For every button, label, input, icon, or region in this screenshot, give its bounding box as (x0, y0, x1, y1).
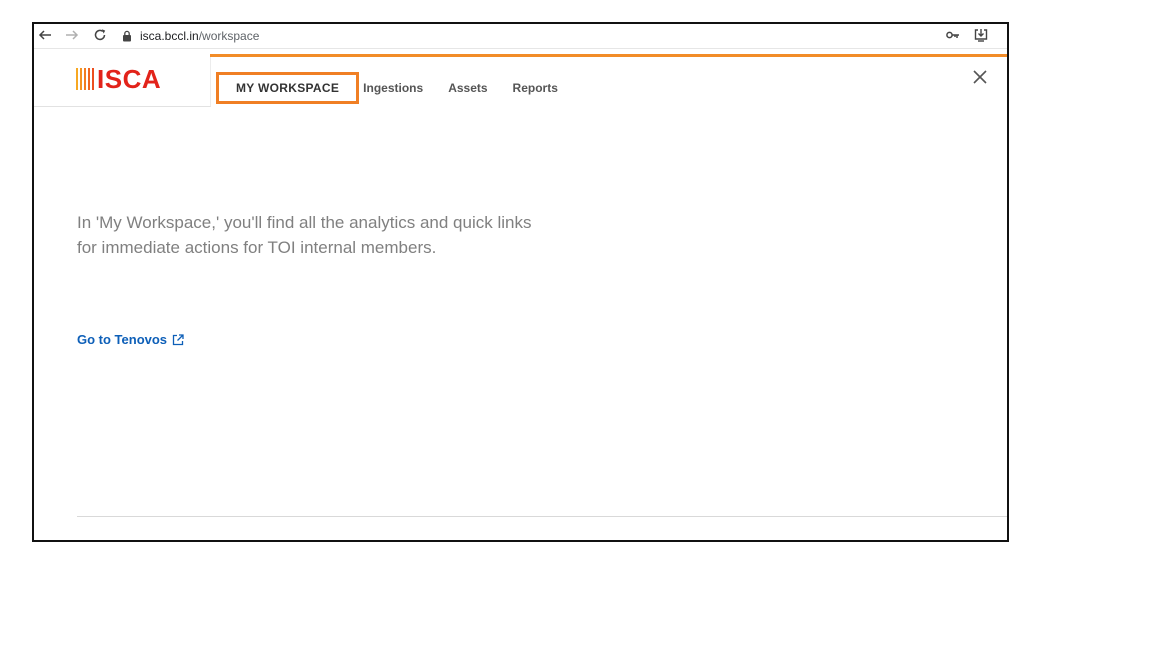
logo-bar (88, 68, 90, 90)
app-header: ISCA MY WORKSPACE Ingestions Assets Repo… (34, 54, 1007, 107)
reload-button[interactable] (91, 26, 109, 44)
tab-ingestions[interactable]: Ingestions (363, 81, 423, 95)
back-button[interactable] (36, 26, 54, 44)
lock-icon (123, 30, 131, 42)
go-to-tenovos-link[interactable]: Go to Tenovos (77, 332, 184, 347)
install-app-icon (974, 29, 988, 42)
screenshot-frame: isca.bccl.in/workspace ISCA MY WORKSPACE… (32, 22, 1009, 542)
tab-my-workspace[interactable]: MY WORKSPACE (216, 72, 360, 104)
close-icon (973, 70, 987, 84)
tenovos-link-label: Go to Tenovos (77, 332, 168, 347)
reload-icon (94, 29, 106, 41)
logo-bars-icon (76, 68, 94, 90)
logo-area: ISCA (34, 54, 211, 107)
external-link-icon (172, 333, 184, 345)
logo-bar (92, 68, 94, 90)
close-button[interactable] (971, 68, 989, 86)
logo-bar (76, 68, 78, 90)
forward-arrow-icon (66, 30, 79, 40)
main-tabs: MY WORKSPACE Ingestions Assets Reports (216, 72, 583, 104)
install-app-button[interactable] (972, 26, 990, 44)
isca-logo[interactable]: ISCA (76, 63, 162, 94)
logo-bar (80, 68, 82, 90)
back-arrow-icon (38, 30, 51, 40)
url-path: /workspace (198, 29, 260, 43)
tab-assets[interactable]: Assets (448, 81, 487, 95)
url-host: isca.bccl.in (140, 29, 199, 43)
content-divider (77, 516, 1007, 517)
forward-button[interactable] (63, 26, 81, 44)
tab-reports[interactable]: Reports (513, 81, 558, 95)
workspace-description: In 'My Workspace,' you'll find all the a… (77, 213, 532, 257)
password-key-button[interactable] (944, 26, 962, 44)
logo-bar (84, 68, 86, 90)
browser-toolbar: isca.bccl.in/workspace (34, 24, 1007, 49)
header-accent-line (210, 54, 1007, 57)
logo-text: ISCA (97, 63, 162, 94)
key-icon (946, 31, 959, 39)
address-bar[interactable]: isca.bccl.in/workspace (122, 26, 982, 46)
